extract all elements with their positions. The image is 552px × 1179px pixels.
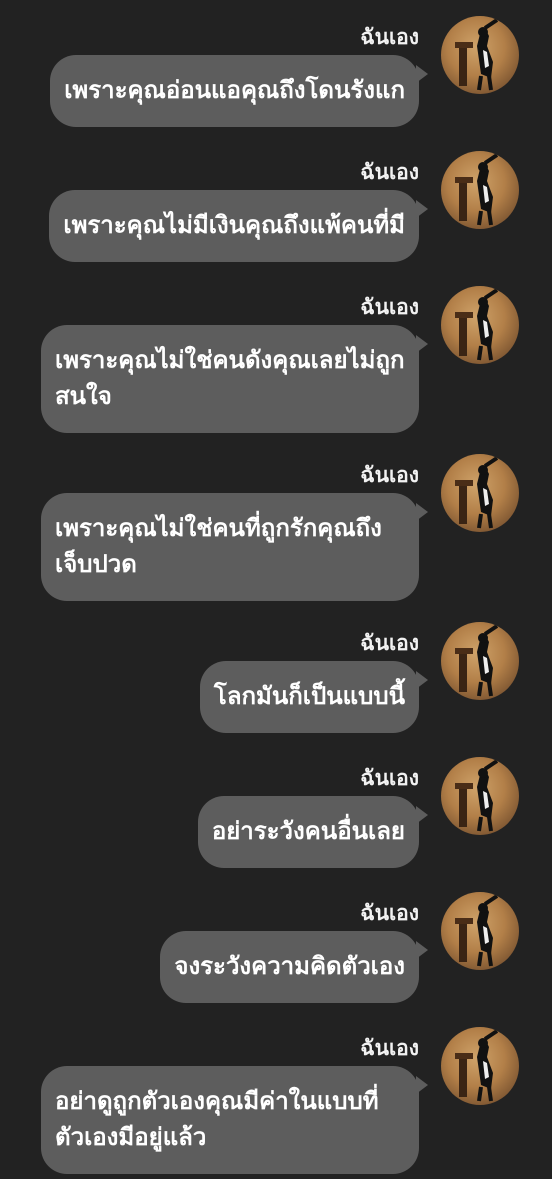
message-text: เพราะคุณอ่อนแอคุณถึงโดนรังแก (64, 76, 405, 104)
message-text: เพราะคุณไม่ใช่คนที่ถูกรักคุณถึงเจ็บปวด (55, 514, 382, 578)
message-bubble[interactable]: เพราะคุณไม่ใช่คนที่ถูกรักคุณถึงเจ็บปวด (41, 493, 428, 601)
cat-dancing-avatar-icon[interactable] (441, 757, 519, 835)
cat-dancing-avatar-icon[interactable] (441, 1027, 519, 1105)
message-bubble[interactable]: อย่าดูถูกตัวเองคุณมีค่าในแบบที่ตัวเองมีอ… (41, 1066, 428, 1174)
message-bubble[interactable]: อย่าระวังคนอื่นเลย (197, 796, 429, 868)
cat-dancing-avatar-icon[interactable] (441, 454, 519, 532)
sender-name: ฉันเอง (360, 25, 419, 49)
message-bubble[interactable]: โลกมันก็เป็นแบบนี้ (199, 661, 429, 733)
message-text: จงระวังความคิดตัวเอง (174, 952, 405, 980)
chat-thread: ฉันเอง เพราะคุณอ่อนแอคุณถึงโดนรังแก ฉันเ… (0, 0, 552, 1179)
message-text: เพราะคุณไม่ใช่คนดังคุณเลยไม่ถูกสนใจ (55, 346, 405, 410)
sender-name: ฉันเอง (360, 631, 419, 655)
message-bubble[interactable]: เพราะคุณไม่มีเงินคุณถึงแพ้คนที่มี (49, 190, 428, 262)
message-text: เพราะคุณไม่มีเงินคุณถึงแพ้คนที่มี (63, 211, 405, 239)
message-text: อย่าดูถูกตัวเองคุณมีค่าในแบบที่ตัวเองมีอ… (55, 1087, 379, 1151)
cat-dancing-avatar-icon[interactable] (441, 16, 519, 94)
sender-name: ฉันเอง (360, 463, 419, 487)
message-bubble[interactable]: จงระวังความคิดตัวเอง (160, 931, 428, 1003)
message-text: อย่าระวังคนอื่นเลย (211, 817, 405, 845)
sender-name: ฉันเอง (360, 295, 419, 319)
message-bubble[interactable]: เพราะคุณไม่ใช่คนดังคุณเลยไม่ถูกสนใจ (41, 325, 428, 433)
cat-dancing-avatar-icon[interactable] (441, 622, 519, 700)
cat-dancing-avatar-icon[interactable] (441, 151, 519, 229)
sender-name: ฉันเอง (360, 901, 419, 925)
sender-name: ฉันเอง (360, 160, 419, 184)
sender-name: ฉันเอง (360, 766, 419, 790)
message-bubble[interactable]: เพราะคุณอ่อนแอคุณถึงโดนรังแก (50, 55, 428, 127)
message-text: โลกมันก็เป็นแบบนี้ (213, 682, 405, 710)
sender-name: ฉันเอง (360, 1036, 419, 1060)
cat-dancing-avatar-icon[interactable] (441, 892, 519, 970)
cat-dancing-avatar-icon[interactable] (441, 286, 519, 364)
